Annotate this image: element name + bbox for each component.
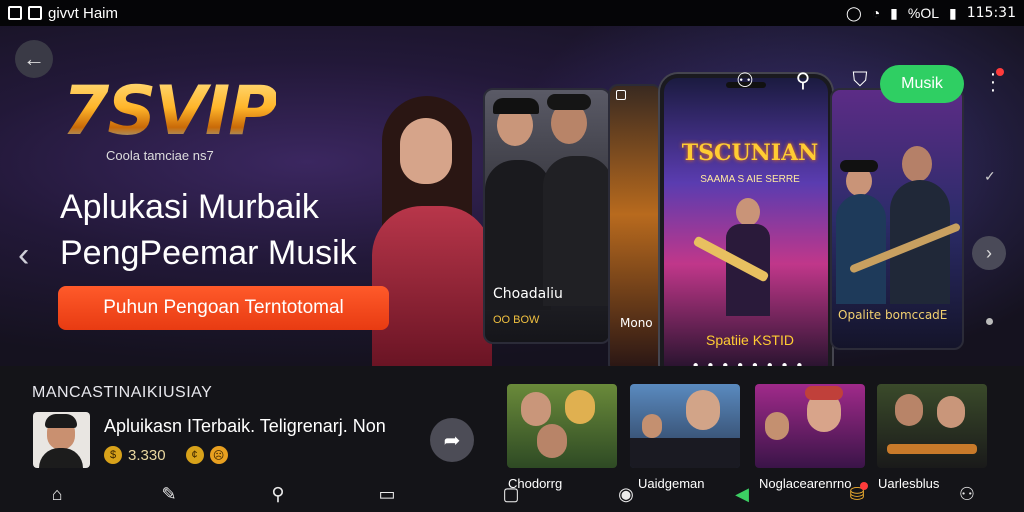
phone-subtitle: SAAMA S AIE SERRE [700, 174, 800, 185]
arrow-left-icon: ← [23, 46, 45, 71]
section-title: MANCASTINAIKIUSIAY [32, 384, 213, 401]
back-button[interactable]: ← [15, 40, 53, 78]
notification-icon [8, 6, 22, 20]
location-icon[interactable]: ◉ [614, 482, 638, 506]
shield-icon[interactable]: ⛉ [846, 66, 874, 94]
thumbnail-label: Uarlesblus [878, 476, 940, 491]
thumbnail-label: Uaidgeman [638, 476, 705, 491]
promo-card-b[interactable]: Mono [608, 84, 662, 366]
share-button[interactable]: ➦ [430, 418, 474, 462]
card-b-label: Mono [620, 316, 653, 330]
signal-icon: ▮ [890, 4, 898, 21]
carousel-next-button[interactable]: › [972, 236, 1006, 270]
hero-banner[interactable]: Choadaliu OO BOW Mono TSCUNIAN SAAMA S A… [0, 26, 1024, 366]
promo-card-c[interactable]: Opalite bomccadE [830, 88, 964, 350]
thumbnail-label: Noglacearenrno [759, 476, 852, 491]
phone-footer: Spatiie KSTID [706, 332, 794, 348]
app-price-value: 3.330 [128, 446, 166, 464]
musik-button[interactable]: Musik [880, 65, 964, 103]
battery-icon: ▮ [949, 4, 957, 21]
chat-icon[interactable]: ▭ [375, 482, 399, 506]
app-icon [28, 6, 42, 20]
card-c-label: Opalite bomccadE [838, 308, 948, 322]
status-bar: givvt Haim ◯ ◔ ▮ %OL ▮ 115:31 [0, 0, 1024, 26]
edit-icon[interactable]: ✎ [157, 482, 181, 506]
chevron-right-icon: › [986, 242, 992, 263]
coin-icon: ¢ [185, 446, 204, 464]
thumbnail-card[interactable] [755, 384, 865, 468]
status-time: 115:31 [966, 5, 1016, 21]
brand-subtitle: Coola tamciae ns7 [106, 148, 214, 163]
home-icon[interactable]: ⌂ [45, 482, 69, 506]
thumbnail-card[interactable] [507, 384, 617, 468]
carousel-dot[interactable] [986, 318, 993, 325]
check-icon: ✓ [984, 168, 996, 184]
search-nav-icon[interactable]: ⚲ [266, 482, 290, 506]
phone-mockup[interactable]: TSCUNIAN SAAMA S AIE SERRE Spatiie KSTID… [660, 74, 832, 366]
card-a-label: Choadaliu [493, 286, 563, 302]
notification-dot [996, 68, 1004, 76]
share-icon: ➦ [443, 429, 461, 452]
search-icon[interactable]: ⚲ [789, 66, 817, 94]
hero-title-line2: PengPeemar Musik [60, 234, 357, 272]
coin-icon: $ [104, 446, 122, 464]
brand-logo: 7SVIP [62, 72, 278, 151]
notification-dot [860, 482, 868, 490]
card-a-sub: OO BOW [493, 314, 540, 326]
app-price: $ 3.330 ¢ ☹ [104, 446, 228, 464]
carousel-prev-icon[interactable]: ‹ [18, 236, 29, 275]
status-app-label: givvt Haim [48, 4, 119, 22]
cta-button[interactable]: Puhun Pengoan Terntotomal [58, 286, 389, 330]
emoji-icon: ☹ [209, 446, 228, 464]
hero-title: Aplukasi Murbaik PengPeemar Musik [60, 184, 357, 276]
phone-title: TSCUNIAN [681, 140, 819, 166]
hero-title-line1: Aplukasi Murbaik [60, 188, 319, 226]
play-icon[interactable]: ◀ [730, 482, 754, 506]
promo-card-a[interactable]: Choadaliu OO BOW [483, 88, 611, 344]
library-icon[interactable]: ▢ [499, 482, 523, 506]
app-avatar[interactable] [33, 412, 90, 468]
app-name[interactable]: Apluikasn ITerbaik. Teligrenarj. Non [104, 416, 386, 437]
profile-icon[interactable]: ⚇ [955, 482, 979, 506]
battery-label: %OL [907, 5, 940, 21]
thumbnail-card[interactable] [630, 384, 740, 468]
thumbnail-card[interactable] [877, 384, 987, 468]
wifi-icon: ◔ [871, 5, 881, 21]
alarm-icon: ◯ [846, 4, 862, 21]
user-icon[interactable]: ⚇ [731, 66, 759, 94]
